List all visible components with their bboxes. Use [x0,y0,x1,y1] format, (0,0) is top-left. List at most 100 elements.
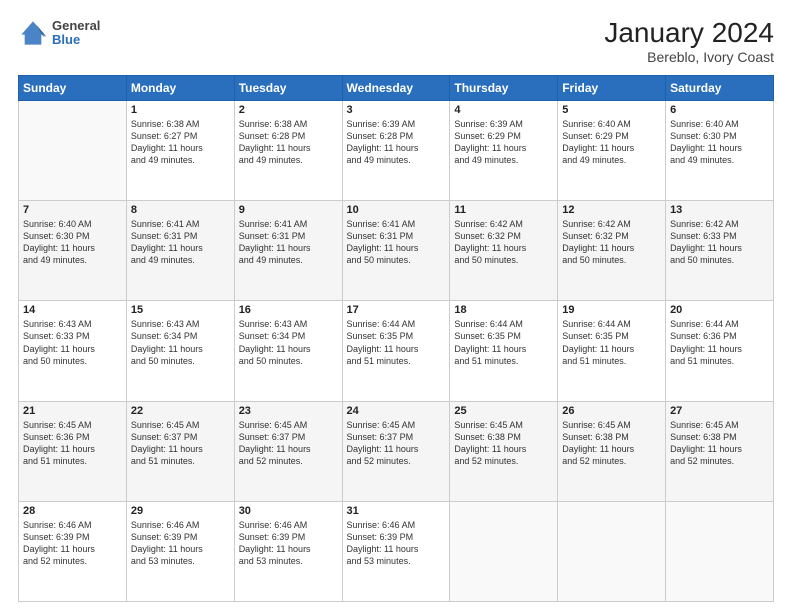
logo-text: General Blue [52,19,100,48]
day-number: 24 [347,405,446,417]
col-saturday: Saturday [666,75,774,100]
day-number: 25 [454,405,553,417]
calendar-week-row: 21Sunrise: 6:45 AM Sunset: 6:36 PM Dayli… [19,401,774,501]
day-number: 4 [454,104,553,116]
day-info: Sunrise: 6:42 AM Sunset: 6:32 PM Dayligh… [562,218,661,267]
day-info: Sunrise: 6:39 AM Sunset: 6:29 PM Dayligh… [454,118,553,167]
day-number: 22 [131,405,230,417]
table-row: 16 Sunrise: 6:43 AM Sunset: 6:34 PM Dayli… [234,301,342,401]
title-area: January 2024 Bereblo, Ivory Coast [604,18,774,65]
table-row: 31Sunrise: 6:46 AM Sunset: 6:39 PM Dayli… [342,501,450,601]
table-row [19,100,127,200]
day-info: Sunrise: 6:43 AM Sunset: 6:33 PM Dayligh… [23,318,122,367]
table-row: 14 Sunrise: 6:43 AM Sunset: 6:33 PM Dayli… [19,301,127,401]
table-row: 27 Sunrise: 6:45 AM Sunset: 6:38 PM Dayli… [666,401,774,501]
col-monday: Monday [126,75,234,100]
table-row: 20 Sunrise: 6:44 AM Sunset: 6:36 PM Dayli… [666,301,774,401]
day-number: 1 [131,104,230,116]
day-info: Sunrise: 6:45 AM Sunset: 6:36 PM Dayligh… [23,419,122,468]
table-row: 13 Sunrise: 6:42 AM Sunset: 6:33 PM Dayli… [666,201,774,301]
day-info: Sunrise: 6:38 AM Sunset: 6:27 PM Dayligh… [131,118,230,167]
calendar-week-row: 14 Sunrise: 6:43 AM Sunset: 6:33 PM Dayli… [19,301,774,401]
day-info: Sunrise: 6:44 AM Sunset: 6:35 PM Dayligh… [347,318,446,367]
day-info: Sunrise: 6:40 AM Sunset: 6:29 PM Dayligh… [562,118,661,167]
table-row: 12 Sunrise: 6:42 AM Sunset: 6:32 PM Dayli… [558,201,666,301]
table-row: 21Sunrise: 6:45 AM Sunset: 6:36 PM Dayli… [19,401,127,501]
day-info: Sunrise: 6:39 AM Sunset: 6:28 PM Dayligh… [347,118,446,167]
table-row: 22 Sunrise: 6:45 AM Sunset: 6:37 PM Dayli… [126,401,234,501]
calendar-title: January 2024 [604,18,774,49]
table-row [666,501,774,601]
day-number: 27 [670,405,769,417]
day-number: 12 [562,204,661,216]
table-row: 9 Sunrise: 6:41 AM Sunset: 6:31 PM Daylig… [234,201,342,301]
table-row: 26Sunrise: 6:45 AM Sunset: 6:38 PM Dayli… [558,401,666,501]
day-number: 8 [131,204,230,216]
day-info: Sunrise: 6:44 AM Sunset: 6:36 PM Dayligh… [670,318,769,367]
table-row [450,501,558,601]
day-number: 9 [239,204,338,216]
day-number: 17 [347,304,446,316]
table-row: 7 Sunrise: 6:40 AM Sunset: 6:30 PM Daylig… [19,201,127,301]
table-row: 15 Sunrise: 6:43 AM Sunset: 6:34 PM Dayli… [126,301,234,401]
day-info: Sunrise: 6:45 AM Sunset: 6:38 PM Dayligh… [562,419,661,468]
table-row: 3 Sunrise: 6:39 AM Sunset: 6:28 PM Daylig… [342,100,450,200]
day-info: Sunrise: 6:46 AM Sunset: 6:39 PM Dayligh… [239,519,338,568]
table-row: 18Sunrise: 6:44 AM Sunset: 6:35 PM Dayli… [450,301,558,401]
table-row: 24 Sunrise: 6:45 AM Sunset: 6:37 PM Dayli… [342,401,450,501]
day-number: 30 [239,505,338,517]
table-row: 10Sunrise: 6:41 AM Sunset: 6:31 PM Dayli… [342,201,450,301]
day-info: Sunrise: 6:43 AM Sunset: 6:34 PM Dayligh… [239,318,338,367]
logo-line2: Blue [52,33,100,47]
day-info: Sunrise: 6:46 AM Sunset: 6:39 PM Dayligh… [23,519,122,568]
day-info: Sunrise: 6:42 AM Sunset: 6:33 PM Dayligh… [670,218,769,267]
day-number: 7 [23,204,122,216]
day-info: Sunrise: 6:44 AM Sunset: 6:35 PM Dayligh… [562,318,661,367]
table-row: 19 Sunrise: 6:44 AM Sunset: 6:35 PM Dayli… [558,301,666,401]
table-row: 30 Sunrise: 6:46 AM Sunset: 6:39 PM Dayli… [234,501,342,601]
page: General Blue January 2024 Bereblo, Ivory… [0,0,792,612]
calendar-week-row: 7 Sunrise: 6:40 AM Sunset: 6:30 PM Daylig… [19,201,774,301]
table-row: 8Sunrise: 6:41 AM Sunset: 6:31 PM Daylig… [126,201,234,301]
day-info: Sunrise: 6:42 AM Sunset: 6:32 PM Dayligh… [454,218,553,267]
table-row: 6Sunrise: 6:40 AM Sunset: 6:30 PM Daylig… [666,100,774,200]
calendar-subtitle: Bereblo, Ivory Coast [604,49,774,65]
day-number: 20 [670,304,769,316]
day-info: Sunrise: 6:45 AM Sunset: 6:37 PM Dayligh… [347,419,446,468]
table-row: 2 Sunrise: 6:38 AM Sunset: 6:28 PM Daylig… [234,100,342,200]
day-info: Sunrise: 6:40 AM Sunset: 6:30 PM Dayligh… [23,218,122,267]
day-number: 19 [562,304,661,316]
day-number: 15 [131,304,230,316]
col-thursday: Thursday [450,75,558,100]
logo-icon [18,18,48,48]
day-info: Sunrise: 6:43 AM Sunset: 6:34 PM Dayligh… [131,318,230,367]
day-number: 2 [239,104,338,116]
day-number: 3 [347,104,446,116]
day-number: 28 [23,505,122,517]
day-info: Sunrise: 6:44 AM Sunset: 6:35 PM Dayligh… [454,318,553,367]
day-info: Sunrise: 6:40 AM Sunset: 6:30 PM Dayligh… [670,118,769,167]
calendar-week-row: 1 Sunrise: 6:38 AM Sunset: 6:27 PM Daylig… [19,100,774,200]
col-wednesday: Wednesday [342,75,450,100]
day-info: Sunrise: 6:41 AM Sunset: 6:31 PM Dayligh… [239,218,338,267]
day-info: Sunrise: 6:45 AM Sunset: 6:37 PM Dayligh… [131,419,230,468]
table-row: 25 Sunrise: 6:45 AM Sunset: 6:38 PM Dayli… [450,401,558,501]
table-row: 1 Sunrise: 6:38 AM Sunset: 6:27 PM Daylig… [126,100,234,200]
day-number: 14 [23,304,122,316]
day-info: Sunrise: 6:45 AM Sunset: 6:38 PM Dayligh… [670,419,769,468]
logo: General Blue [18,18,100,48]
day-number: 16 [239,304,338,316]
day-number: 29 [131,505,230,517]
day-info: Sunrise: 6:46 AM Sunset: 6:39 PM Dayligh… [347,519,446,568]
col-friday: Friday [558,75,666,100]
day-number: 11 [454,204,553,216]
header: General Blue January 2024 Bereblo, Ivory… [18,18,774,65]
col-tuesday: Tuesday [234,75,342,100]
day-number: 13 [670,204,769,216]
day-info: Sunrise: 6:46 AM Sunset: 6:39 PM Dayligh… [131,519,230,568]
logo-line1: General [52,19,100,33]
day-info: Sunrise: 6:38 AM Sunset: 6:28 PM Dayligh… [239,118,338,167]
table-row: 11 Sunrise: 6:42 AM Sunset: 6:32 PM Dayli… [450,201,558,301]
table-row: 5Sunrise: 6:40 AM Sunset: 6:29 PM Daylig… [558,100,666,200]
day-info: Sunrise: 6:45 AM Sunset: 6:38 PM Dayligh… [454,419,553,468]
